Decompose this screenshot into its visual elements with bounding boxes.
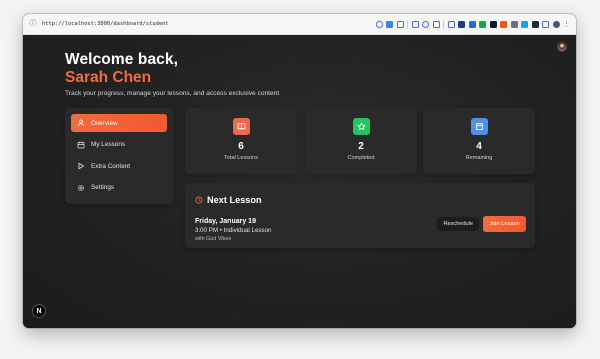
user-icon <box>77 119 85 127</box>
camera-icon[interactable] <box>396 20 404 28</box>
browser-toolbar: ⓘ http://localhost:3000/dashboard/studen… <box>23 14 576 35</box>
reschedule-button[interactable]: Reschedule <box>437 217 479 231</box>
sidebar-item-my-lessons[interactable]: My Lessons <box>71 136 167 154</box>
sidebar-item-label: Extra Content <box>91 162 131 170</box>
stat-label: Total Lessons <box>223 155 259 161</box>
stat-card-completed: 2 Completed <box>305 108 417 174</box>
stat-value: 2 <box>358 141 364 152</box>
dev-indicator-icon[interactable]: N <box>32 304 46 318</box>
play-icon <box>77 162 85 170</box>
book-icon <box>232 118 250 135</box>
stat-label: Completed <box>347 155 375 161</box>
translate-icon[interactable] <box>432 20 440 28</box>
extension-icon[interactable] <box>489 20 497 28</box>
sidebar-item-overview[interactable]: Overview <box>71 114 167 132</box>
stat-label: Remaining <box>465 155 493 161</box>
stat-value: 4 <box>476 141 482 152</box>
gear-icon <box>77 184 85 192</box>
user-name: Sarah Chen <box>65 69 152 86</box>
mail-icon[interactable] <box>411 20 419 28</box>
star-icon <box>352 118 370 135</box>
sidebar-item-settings[interactable]: Settings <box>71 179 167 197</box>
toolbar-divider <box>407 19 408 29</box>
browser-window: ⓘ http://localhost:3000/dashboard/studen… <box>23 14 576 328</box>
sidebar-toggle-icon[interactable] <box>542 20 549 28</box>
sidebar-item-label: My Lessons <box>91 141 126 148</box>
calendar-icon <box>77 141 85 149</box>
address-bar[interactable]: http://localhost:3000/dashboard/student <box>42 21 371 27</box>
join-lesson-button[interactable]: Join Lesson <box>483 216 526 232</box>
profile-icon[interactable] <box>552 20 560 28</box>
toolbar-divider <box>443 19 444 29</box>
extension-icon[interactable] <box>521 20 528 28</box>
extension-icon[interactable] <box>500 20 507 28</box>
welcome-subtitle: Track your progress, manage your lessons… <box>65 90 280 97</box>
welcome-greeting: Welcome back, <box>65 51 179 68</box>
next-lesson-header: Next Lesson <box>195 191 525 209</box>
info-icon[interactable]: ⓘ <box>29 20 37 28</box>
stat-card-remaining: 4 Remaining <box>423 108 535 174</box>
extension-icon[interactable] <box>458 20 465 28</box>
code-icon[interactable] <box>447 20 455 28</box>
lesson-instructor: with Güd Vibes <box>195 236 232 242</box>
extension-icon[interactable] <box>468 20 476 28</box>
sidebar-item-label: Settings <box>91 184 115 191</box>
next-lesson-card: Next Lesson Friday, January 19 3:00 PM •… <box>185 183 535 248</box>
sidebar-item-label: Overview <box>91 119 118 127</box>
stat-card-total-lessons: 6 Total Lessons <box>185 108 297 174</box>
link-icon[interactable] <box>374 19 384 29</box>
next-lesson-title: Next Lesson <box>207 195 262 205</box>
sidebar-nav: Overview My Lessons Extra Content Settin… <box>65 108 173 204</box>
sidebar-item-extra-content[interactable]: Extra Content <box>71 157 167 175</box>
stat-value: 6 <box>238 141 244 152</box>
extension-icon[interactable] <box>531 20 539 28</box>
extension-icon[interactable] <box>510 20 518 28</box>
welcome-section: Welcome back, Sarah Chen Track your prog… <box>65 51 279 97</box>
extension-bar: ⋮ <box>374 19 570 29</box>
globe-icon[interactable] <box>422 20 429 28</box>
dashboard-page: Welcome back, Sarah Chen Track your prog… <box>23 35 576 328</box>
calendar-icon <box>470 118 488 135</box>
user-avatar[interactable] <box>557 42 567 52</box>
extension-icon[interactable] <box>479 20 486 28</box>
screen-icon[interactable] <box>386 20 393 28</box>
menu-icon[interactable]: ⋮ <box>563 21 570 28</box>
clock-icon <box>195 191 203 209</box>
